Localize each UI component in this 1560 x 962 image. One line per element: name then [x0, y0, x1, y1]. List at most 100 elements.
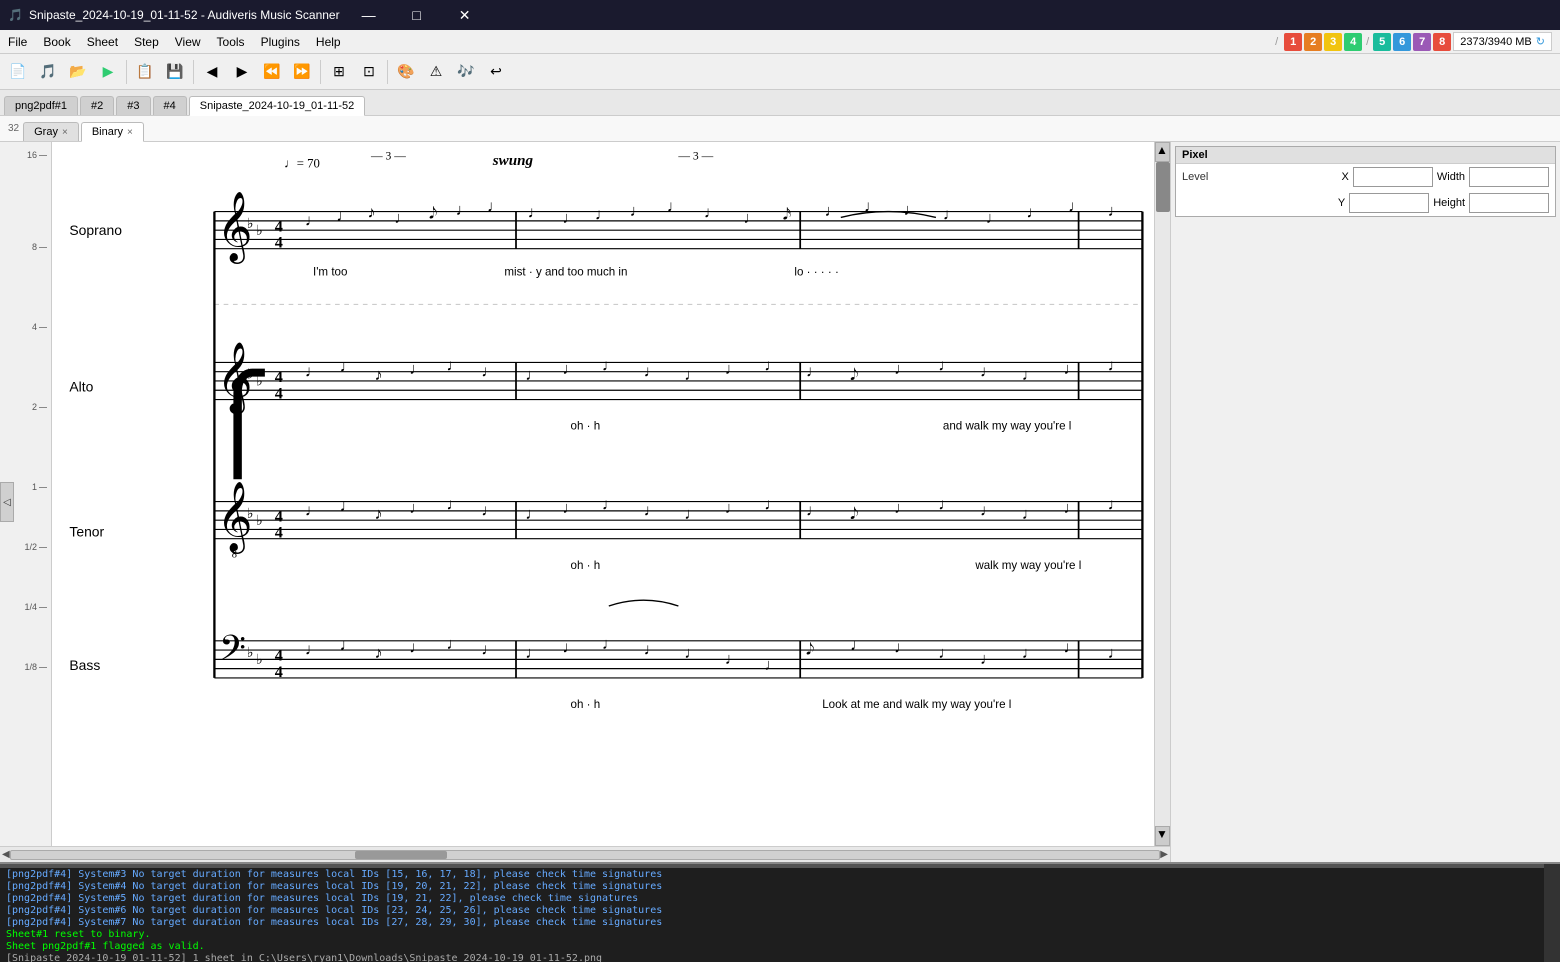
- filetab-5[interactable]: Snipaste_2024-10-19_01-11-52: [189, 96, 366, 116]
- num-badge-4[interactable]: 4: [1344, 33, 1362, 51]
- num-badge-2[interactable]: 2: [1304, 33, 1322, 51]
- filetab-2[interactable]: #2: [80, 96, 114, 115]
- svg-text:♩: ♩: [1108, 357, 1124, 375]
- tb-save[interactable]: 💾: [161, 58, 189, 86]
- memory-indicator[interactable]: 2373/3940 MB ↻: [1453, 32, 1552, 51]
- menu-tools[interactable]: Tools: [209, 33, 253, 51]
- filetabs: png2pdf#1 #2 #3 #4 Snipaste_2024-10-19_0…: [0, 90, 1560, 116]
- svg-text:and walk my way you're l: and walk my way you're l: [943, 420, 1072, 433]
- svg-text:♩: ♩: [1068, 198, 1084, 216]
- tb-note[interactable]: 🎶: [452, 58, 480, 86]
- scale-quarter: 1/4: [24, 602, 47, 612]
- num-badge-8[interactable]: 8: [1433, 33, 1451, 51]
- scale-8-label: 8: [32, 242, 37, 252]
- menu-sheet[interactable]: Sheet: [79, 33, 126, 51]
- inner-tab-binary-close[interactable]: ×: [127, 127, 133, 138]
- svg-text:♩: ♩: [684, 505, 700, 523]
- tb-music[interactable]: 🎵: [34, 58, 62, 86]
- svg-text:8: 8: [232, 549, 237, 560]
- tb-grid[interactable]: ⊞: [325, 58, 353, 86]
- svg-text:𝅘𝅥𝅮: 𝅘𝅥𝅮: [429, 205, 437, 223]
- pixel-section: Pixel Level X Width Y Height: [1175, 146, 1556, 217]
- score-area[interactable]: ♩= 70 swung — 3 — — 3 — Soprano: [52, 142, 1154, 846]
- num-badge-7[interactable]: 7: [1413, 33, 1431, 51]
- svg-text:𝅘𝅥𝅮: 𝅘𝅥𝅮: [850, 366, 858, 384]
- tb-back[interactable]: ◀: [198, 58, 226, 86]
- svg-text:♩: ♩: [1064, 638, 1080, 656]
- h-scroll-left[interactable]: ◀: [2, 849, 10, 860]
- tb-open[interactable]: 📂: [64, 58, 92, 86]
- svg-text:♩: ♩: [667, 198, 683, 216]
- filetab-1[interactable]: png2pdf#1: [4, 96, 78, 115]
- svg-text:♩: ♩: [602, 496, 618, 514]
- svg-text:♩: ♩: [1026, 203, 1042, 221]
- menu-file[interactable]: File: [0, 33, 35, 51]
- svg-text:Look at me and walk my way yo: Look at me and walk my way you're l: [822, 698, 1011, 711]
- svg-text:4: 4: [275, 234, 283, 252]
- log-line-5: [png2pdf#4] System#7 No target duration …: [6, 917, 1554, 928]
- height-input[interactable]: [1469, 193, 1549, 213]
- tb-undo[interactable]: ↩: [482, 58, 510, 86]
- tb-new[interactable]: 📄: [4, 58, 32, 86]
- svg-text:♩: ♩: [806, 502, 822, 520]
- tb-forward[interactable]: ▶: [228, 58, 256, 86]
- svg-text:♩: ♩: [525, 505, 541, 523]
- inner-tab-gray[interactable]: Gray ×: [23, 122, 79, 141]
- y-row: Y Height: [1176, 190, 1555, 216]
- scale-half-label: 1/2: [24, 542, 37, 552]
- tb-skip-back[interactable]: ⏪: [258, 58, 286, 86]
- minimize-button[interactable]: —: [346, 0, 392, 30]
- menu-step[interactable]: Step: [126, 33, 167, 51]
- v-scroll-up[interactable]: ▲: [1155, 142, 1170, 162]
- svg-text:♪: ♪: [374, 505, 382, 523]
- filetab-4[interactable]: #4: [153, 96, 187, 115]
- svg-text:♪: ♪: [368, 203, 376, 221]
- x-input[interactable]: [1353, 167, 1433, 187]
- vertical-scale: 16 8 4 2 1: [14, 142, 52, 846]
- num-badge-5[interactable]: 5: [1373, 33, 1391, 51]
- svg-text:♩: ♩: [525, 644, 541, 662]
- filetab-3[interactable]: #3: [116, 96, 150, 115]
- h-scroll-right[interactable]: ▶: [1160, 849, 1168, 860]
- svg-text:♭: ♭: [247, 646, 254, 661]
- close-button[interactable]: ✕: [442, 0, 488, 30]
- inner-tab-binary[interactable]: Binary ×: [81, 122, 144, 142]
- svg-text:♩: ♩: [938, 644, 954, 662]
- v-scrollbar[interactable]: ▲ ▼: [1154, 142, 1170, 846]
- left-expand-arrow[interactable]: ◁: [0, 482, 14, 522]
- maximize-button[interactable]: □: [394, 0, 440, 30]
- width-input[interactable]: [1469, 167, 1549, 187]
- h-scrollbar[interactable]: ◀ ▶: [0, 846, 1170, 862]
- v-scroll-down[interactable]: ▼: [1155, 826, 1170, 846]
- menu-help[interactable]: Help: [308, 33, 349, 51]
- y-input[interactable]: [1349, 193, 1429, 213]
- tb-skip-forward[interactable]: ⏩: [288, 58, 316, 86]
- svg-text:♩: ♩: [305, 212, 321, 230]
- left-section: ◁ 16 8 4 2: [0, 142, 1170, 862]
- menu-plugins[interactable]: Plugins: [253, 33, 308, 51]
- log-area[interactable]: [png2pdf#4] System#3 No target duration …: [0, 862, 1560, 962]
- log-scrollbar[interactable]: [1544, 864, 1560, 962]
- tb-run[interactable]: ▶: [94, 58, 122, 86]
- inner-tab-gray-close[interactable]: ×: [62, 127, 68, 138]
- num-badge-3[interactable]: 3: [1324, 33, 1342, 51]
- tb-frame[interactable]: ⊡: [355, 58, 383, 86]
- h-scroll-track[interactable]: [10, 850, 1161, 860]
- menu-book[interactable]: Book: [35, 33, 78, 51]
- tb-warn[interactable]: ⚠: [422, 58, 450, 86]
- toolbar-separator-3: [320, 60, 321, 84]
- svg-text:♩: ♩: [1022, 644, 1038, 662]
- tb-color[interactable]: 🎨: [392, 58, 420, 86]
- h-scroll-thumb[interactable]: [355, 851, 447, 859]
- v-scroll-thumb[interactable]: [1156, 162, 1170, 212]
- toolbar-separator-1: [126, 60, 127, 84]
- menu-view[interactable]: View: [167, 33, 209, 51]
- num-badge-6[interactable]: 6: [1393, 33, 1411, 51]
- svg-text:♩: ♩: [943, 206, 959, 224]
- refresh-icon[interactable]: ↻: [1536, 35, 1545, 48]
- tb-export-pdf[interactable]: 📋: [131, 58, 159, 86]
- log-line-3: [png2pdf#4] System#5 No target duration …: [6, 893, 1554, 904]
- svg-text:♩: ♩: [409, 638, 425, 656]
- num-badge-1[interactable]: 1: [1284, 33, 1302, 51]
- log-resize-handle[interactable]: [0, 862, 1560, 868]
